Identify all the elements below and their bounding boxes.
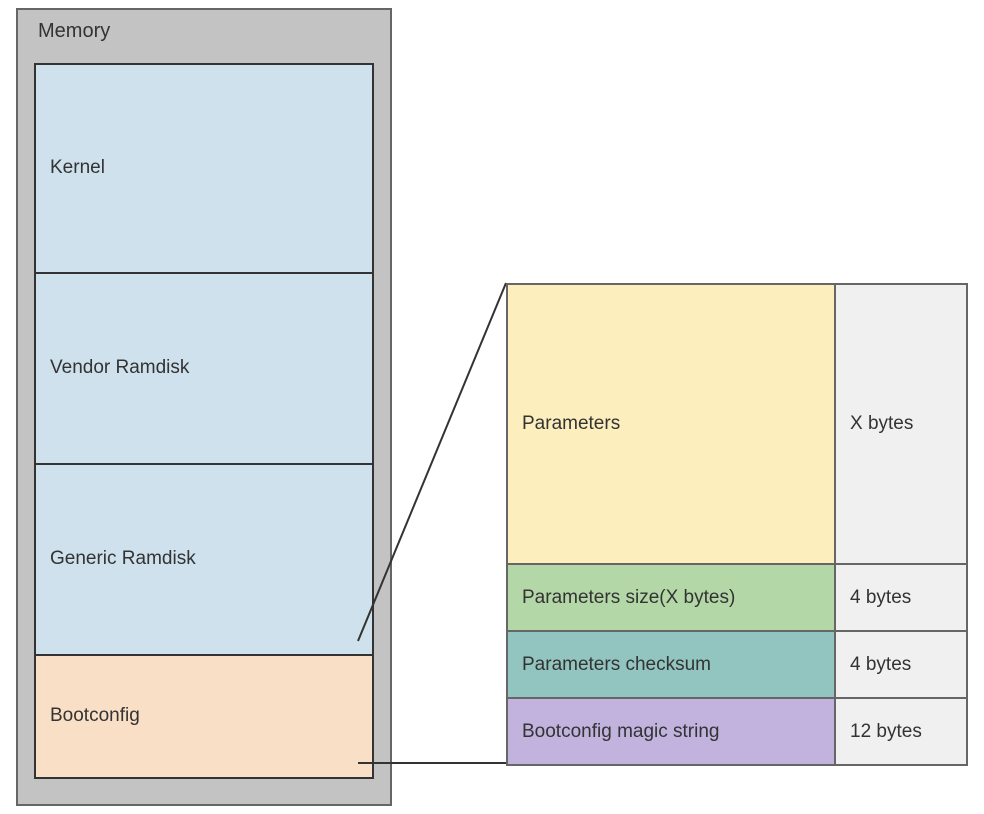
- memory-container: Memory Kernel Vendor Ramdisk Generic Ram…: [16, 8, 392, 806]
- checksum-bytes-value: 4 bytes: [836, 630, 968, 699]
- parameters-cell: Parameters: [506, 283, 836, 565]
- connector-lines: [358, 283, 506, 764]
- memory-title: Memory: [38, 20, 374, 43]
- vendor-ramdisk-block: Vendor Ramdisk: [36, 274, 372, 465]
- detail-labels-column: Parameters Parameters size(X bytes) Para…: [506, 283, 836, 764]
- params-size-bytes-value: 4 bytes: [836, 563, 968, 632]
- bootconfig-detail-container: Parameters Parameters size(X bytes) Para…: [506, 283, 968, 764]
- parameters-size-cell: Parameters size(X bytes): [506, 563, 836, 632]
- detail-sizes-column: X bytes 4 bytes 4 bytes 12 bytes: [836, 283, 968, 764]
- bootconfig-magic-cell: Bootconfig magic string: [506, 697, 836, 766]
- parameters-size-value: X bytes: [836, 283, 968, 565]
- parameters-checksum-cell: Parameters checksum: [506, 630, 836, 699]
- bootconfig-block: Bootconfig: [36, 656, 372, 777]
- kernel-block: Kernel: [36, 65, 372, 274]
- memory-stack: Kernel Vendor Ramdisk Generic Ramdisk Bo…: [34, 63, 374, 779]
- generic-ramdisk-block: Generic Ramdisk: [36, 465, 372, 656]
- magic-bytes-value: 12 bytes: [836, 697, 968, 766]
